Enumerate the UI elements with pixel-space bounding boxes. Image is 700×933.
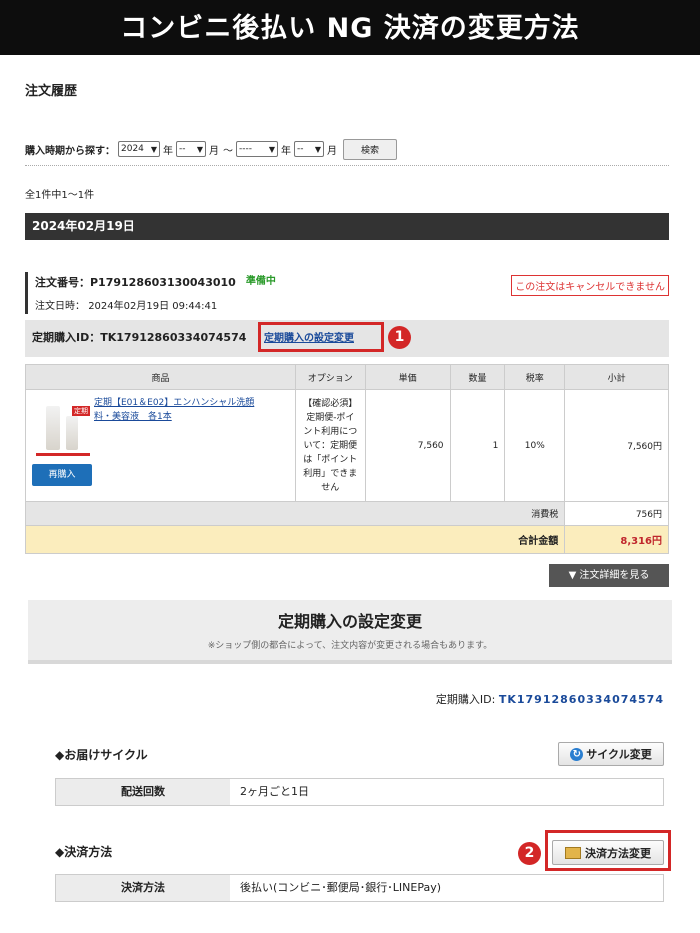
year-to-value: ---- [239,144,252,154]
year-from-value: 2024 [121,144,144,154]
change-payment-button[interactable]: 決済方法変更 [552,840,664,865]
month-to-value: -- [297,144,304,154]
col-header-tax-rate: 税率 [504,364,566,390]
subscription-tag: 定期 [72,406,90,416]
option-cell: 【確認必須】定期便-ポイント利用について：定期便は「ポイント利用」できません [294,389,366,502]
subscription-id-label: 定期購入ID： [32,331,101,344]
rebuy-button[interactable]: 再購入 [32,464,92,486]
step-badge-1: 1 [388,326,411,349]
product-link[interactable]: 定期【E01＆E02】エンハンシャル洗顔料・美容液 各1本 [94,396,262,456]
col-header-option: オプション [294,364,366,390]
date-filter: 購入時期から探す： 2024 ▼ 年 -- ▼ 月 〜 ---- ▼ 年 -- ▼ 月 … [25,138,397,160]
chevron-down-icon: ▼ [268,144,275,154]
subscription-id-label: 定期購入ID: [435,693,496,706]
chevron-down-icon: ▼ [314,144,321,154]
payment-method-row: 決済方法 後払い(コンビニ･郵便局･銀行･LINEPay) [55,874,664,902]
range-tilde: 〜 [223,145,233,157]
section-underline [28,660,672,664]
credit-card-icon [565,846,581,859]
month-from-select[interactable]: -- ▼ [176,141,206,157]
payment-method-value: 後払い(コンビニ･郵便局･銀行･LINEPay) [240,881,442,894]
product-cell: 定期 定期【E01＆E02】エンハンシャル洗顔料・美容液 各1本 再購入 [25,389,296,502]
subscription-id-display: 定期購入ID: TK17912860334074574 [436,691,664,707]
order-number: P179128603130043010 [90,275,236,289]
month-to-select[interactable]: -- ▼ [294,141,324,157]
image-accent-bar [36,453,90,456]
product-thumbnail[interactable]: 定期 [32,396,90,456]
month-from-value: -- [179,144,186,154]
cancel-notice: この注文はキャンセルできません [511,275,669,296]
year-unit: 年 [163,145,173,157]
bottle-image [46,406,60,450]
delivery-cycle-heading: ◆お届けサイクル [55,748,148,762]
change-cycle-label: サイクル変更 [586,748,652,761]
order-info: 注文番号： P179128603130043010 準備中 注文日時： 2024… [25,272,276,314]
qty-cell: 1 [449,389,506,502]
change-cycle-button[interactable]: ↻ サイクル変更 [558,742,664,766]
year-unit: 年 [281,145,291,157]
bottle-image [66,416,78,450]
year-to-select[interactable]: ---- ▼ [236,141,278,157]
tax-rate-cell: 10% [504,389,566,502]
col-header-subtotal: 小計 [564,364,669,390]
subscription-id: TK17912860334074574 [498,693,664,706]
total-label: 合計金額 [24,525,566,554]
order-number-label: 注文番号： [35,276,90,289]
table-header-row: 商品 オプション 単価 数量 税率 小計 [25,364,669,390]
order-number-row: 注文番号： P179128603130043010 準備中 [35,272,276,292]
order-detail-button[interactable]: ▼ 注文詳細を見る [549,564,669,587]
step-badge-2: 2 [518,842,541,865]
year-from-select[interactable]: 2024 ▼ [118,141,160,157]
order-date: 2024年02月19日 09:44:41 [88,301,218,312]
subtotal-cell: 7,560円 [564,389,669,502]
status-badge: 準備中 [245,275,276,287]
tax-label: 消費税 [24,501,566,526]
refresh-icon: ↻ [570,747,584,761]
delivery-count-row: 配送回数 2ヶ月ごと1日 [55,778,664,806]
col-header-price: 単価 [364,364,451,390]
order-date-header: 2024年02月19日 [25,213,669,240]
payment-method-label: 決済方法 [56,875,230,901]
delivery-count-label: 配送回数 [56,779,230,805]
col-header-qty: 数量 [449,364,506,390]
change-payment-label: 決済方法変更 [585,846,651,860]
delivery-count-value: 2ヶ月ごと1日 [240,785,309,798]
tax-value: 756円 [564,501,669,526]
chevron-down-icon: ▼ [196,144,203,154]
page-title: 注文履歴 [25,84,78,99]
month-unit: 月 [327,145,337,157]
total-row: 合計金額 8,316円 [24,525,669,554]
search-button[interactable]: 検索 [343,138,397,160]
result-count: 全1件中1〜1件 [25,190,95,201]
divider [25,165,669,166]
col-header-product: 商品 [25,364,296,390]
subscription-id-row: 定期購入ID：TK17912860334074574 [32,329,246,345]
section-title: 定期購入の設定変更 [277,612,422,631]
subscription-id: TK17912860334074574 [100,331,247,344]
title-banner: コンビニ後払い NG 決済の変更方法 [0,0,700,55]
order-date-row: 注文日時： 2024年02月19日 09:44:41 [35,297,276,312]
section-note: ※ショップ側の都合によって、注文内容が変更される場合もあります。 [207,641,493,651]
payment-method-heading: ◆決済方法 [55,845,113,859]
chevron-down-icon: ▼ [150,144,157,154]
tax-row: 消費税 756円 [24,501,669,526]
table-row: 定期 定期【E01＆E02】エンハンシャル洗顔料・美容液 各1本 再購入 【確認… [25,389,669,502]
filter-label: 購入時期から探す： [25,145,115,157]
total-value: 8,316円 [564,525,669,554]
subscription-settings-link[interactable]: 定期購入の設定変更 [264,329,354,344]
price-cell: 7,560 [364,389,451,502]
order-date-label: 注文日時： [35,301,85,312]
month-unit: 月 [209,145,219,157]
order-items-table: 商品 オプション 単価 数量 税率 小計 定期 定期【E01＆E02】エンハンシ… [24,364,669,554]
